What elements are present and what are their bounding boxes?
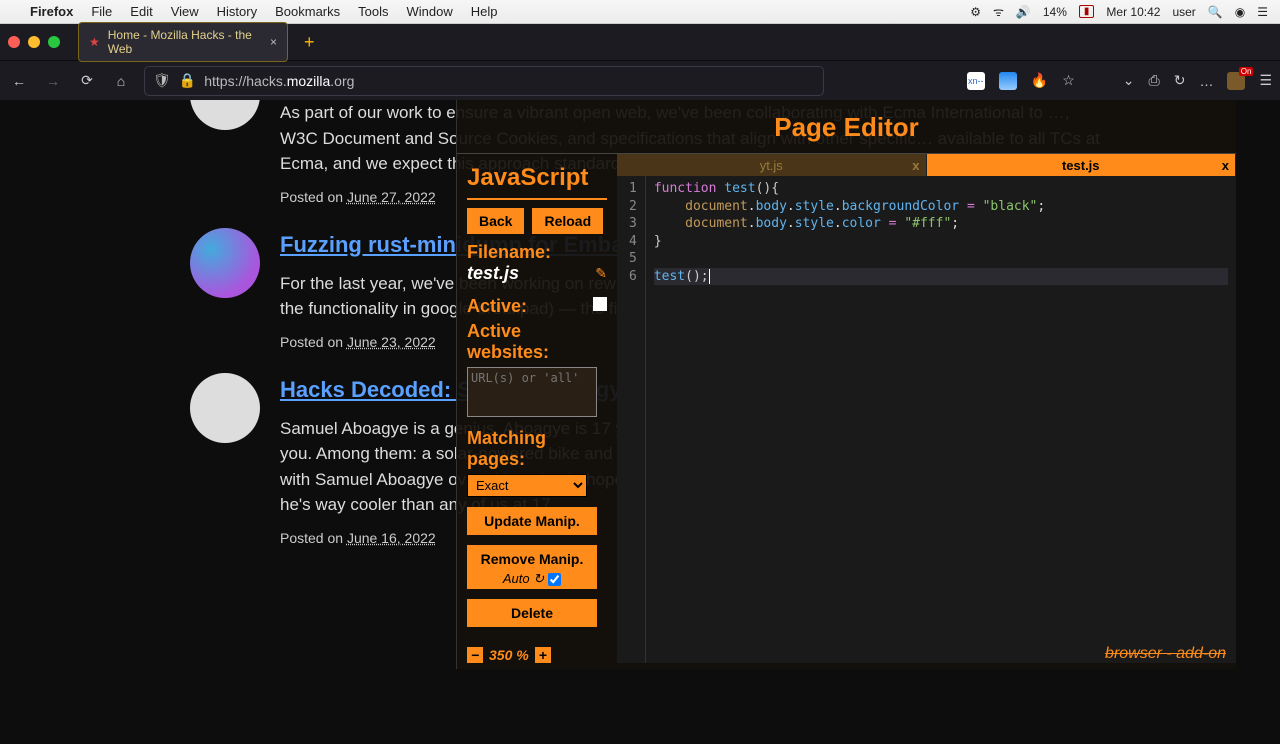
new-tab-button[interactable]: + (298, 32, 321, 53)
menu-button[interactable]: ☰ (1259, 72, 1272, 89)
volume-icon[interactable]: 🔊 (1016, 5, 1031, 19)
filename-label: Filename: (467, 242, 607, 263)
battery-percent: 14% (1043, 5, 1067, 19)
zoom-controls: − 350 % + (467, 647, 551, 663)
extension-icon[interactable]: xn-- (967, 72, 985, 90)
active-websites-label: Active websites: (467, 321, 607, 363)
active-label: Active: (467, 296, 527, 317)
menu-bookmarks[interactable]: Bookmarks (275, 4, 340, 19)
extension-icon[interactable]: 🔥 (1031, 72, 1048, 89)
menu-file[interactable]: File (91, 4, 112, 19)
close-tab-icon[interactable]: x (1222, 158, 1229, 173)
auto-checkbox[interactable] (548, 573, 561, 586)
favicon-star-icon: ★ (89, 35, 100, 49)
window-controls (8, 36, 60, 48)
menu-history[interactable]: History (217, 4, 257, 19)
home-button[interactable]: ⌂ (110, 73, 132, 89)
siri-icon[interactable]: ◉ (1235, 5, 1245, 19)
posted-label: Posted on (280, 334, 347, 350)
posted-label: Posted on (280, 189, 347, 205)
posted-label: Posted on (280, 530, 347, 546)
forward-button: → (42, 73, 64, 89)
avatar (190, 100, 260, 130)
reload-button[interactable]: ⟳ (76, 72, 98, 89)
page-editor-panel: Page Editor JavaScript Back Reload Filen… (456, 100, 1236, 669)
pocket-icon[interactable]: ⌄ (1123, 72, 1135, 89)
avatar (190, 373, 260, 443)
posted-date: June 23, 2022 (347, 334, 436, 350)
back-button[interactable]: Back (467, 208, 524, 234)
battery-icon[interactable]: ▮ (1079, 5, 1095, 18)
tab-label: yt.js (760, 158, 783, 173)
auto-label: Auto ↻ (503, 571, 544, 587)
close-window-button[interactable] (8, 36, 20, 48)
filename-value: test.js (467, 263, 519, 284)
code-lines[interactable]: function test(){ document.body.style.bac… (646, 176, 1236, 663)
posted-date: June 16, 2022 (347, 530, 436, 546)
browser-navbar: ← → ⟳ ⌂ 🛡︎ 🔒 https://hacks.mozilla.org x… (0, 60, 1280, 100)
url-text: https://hacks.mozilla.org (204, 73, 354, 89)
minimize-window-button[interactable] (28, 36, 40, 48)
avatar (190, 228, 260, 298)
auto-row: Auto ↻ (467, 569, 597, 589)
code-editor[interactable]: 123456 function test(){ document.body.st… (617, 176, 1236, 663)
tab-label: test.js (1062, 158, 1100, 173)
extensions-icon[interactable]: … (1199, 73, 1213, 89)
active-checkbox[interactable] (593, 297, 607, 311)
line-gutter: 123456 (617, 176, 646, 663)
editor-tabs: yt.js x test.js x (617, 154, 1236, 176)
user-name[interactable]: user (1172, 5, 1195, 19)
zoom-out-button[interactable]: − (467, 647, 483, 663)
macos-menubar: Firefox File Edit View History Bookmarks… (0, 0, 1280, 24)
active-websites-input[interactable] (467, 367, 597, 417)
editor-sidebar: JavaScript Back Reload Filename: test.js… (457, 154, 617, 663)
wifi-icon[interactable]: ⚙︎ (970, 5, 981, 19)
account-icon[interactable]: ↻ (1174, 72, 1186, 89)
extension-icon[interactable] (999, 72, 1017, 90)
browser-tab[interactable]: ★ Home - Mozilla Hacks - the Web × (78, 22, 288, 62)
clock[interactable]: Mer 10:42 (1106, 5, 1160, 19)
browser-addon-link[interactable]: browser - add-on (1105, 645, 1226, 663)
menu-help[interactable]: Help (471, 4, 498, 19)
control-center-icon[interactable]: ☰ (1257, 5, 1268, 19)
edit-filename-icon[interactable]: ✎ (595, 265, 607, 282)
zoom-in-button[interactable]: + (535, 647, 551, 663)
wifi-icon[interactable]: ᯤ (993, 3, 1004, 20)
url-bar[interactable]: 🛡︎ 🔒 https://hacks.mozilla.org (144, 66, 824, 96)
language-heading: JavaScript (467, 164, 607, 200)
app-name[interactable]: Firefox (30, 4, 73, 19)
tab-title: Home - Mozilla Hacks - the Web (108, 28, 256, 56)
editor-tab[interactable]: test.js x (927, 154, 1237, 176)
maximize-window-button[interactable] (48, 36, 60, 48)
shield-icon[interactable]: 🛡︎ (153, 72, 171, 89)
zoom-value: 350 % (489, 647, 529, 663)
close-tab-icon[interactable]: x (912, 158, 919, 173)
reload-button[interactable]: Reload (532, 208, 603, 234)
back-button[interactable]: ← (8, 73, 30, 89)
menu-edit[interactable]: Edit (130, 4, 152, 19)
menu-window[interactable]: Window (407, 4, 453, 19)
posted-date: June 27, 2022 (347, 189, 436, 205)
menu-view[interactable]: View (171, 4, 199, 19)
update-manip-button[interactable]: Update Manip. (467, 507, 597, 535)
lock-icon[interactable]: 🔒 (179, 72, 196, 89)
matching-select[interactable]: Exact (467, 474, 587, 497)
browser-tabbar: ★ Home - Mozilla Hacks - the Web × + (0, 24, 1280, 60)
spotlight-icon[interactable]: 🔍 (1208, 5, 1223, 19)
library-icon[interactable]: ⎙ (1149, 72, 1160, 89)
editor-tab[interactable]: yt.js x (617, 154, 927, 176)
editor-title: Page Editor (457, 100, 1236, 154)
remove-manip-button[interactable]: Remove Manip. (467, 545, 597, 569)
matching-label: Matching pages: (467, 428, 607, 470)
bookmark-star-icon[interactable]: ☆ (1062, 72, 1075, 89)
page-editor-extension-icon[interactable] (1227, 72, 1245, 90)
code-area: yt.js x test.js x 123456 function test(){ … (617, 154, 1236, 663)
delete-button[interactable]: Delete (467, 599, 597, 627)
menu-tools[interactable]: Tools (358, 4, 388, 19)
close-tab-icon[interactable]: × (270, 35, 277, 49)
